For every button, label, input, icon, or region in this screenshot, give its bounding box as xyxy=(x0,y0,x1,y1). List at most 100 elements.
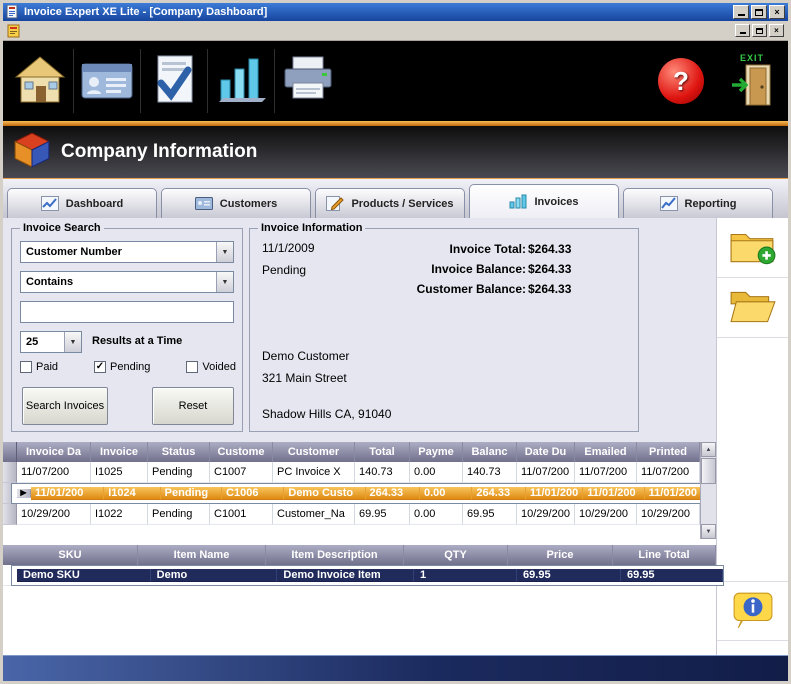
home-icon xyxy=(12,54,68,109)
bar-chart-3d-icon xyxy=(509,194,527,209)
cell-printed: 10/29/200 xyxy=(637,504,700,525)
column-header[interactable]: Price xyxy=(508,545,613,565)
tab-customers[interactable]: Customers xyxy=(161,188,311,218)
total-value: $264.33 xyxy=(526,282,586,296)
maximize-icon xyxy=(755,9,763,16)
column-header[interactable]: Line Total xyxy=(613,545,716,565)
cell-emailed: 11/01/200 xyxy=(583,487,644,500)
invoice-row[interactable]: 10/29/200 I1022 Pending C1001 Customer_N… xyxy=(3,504,700,525)
column-header[interactable]: Date Du xyxy=(517,442,575,462)
close-button[interactable]: × xyxy=(769,5,785,19)
column-header[interactable]: Balanc xyxy=(463,442,517,462)
home-button[interactable] xyxy=(9,45,71,117)
tab-products-services[interactable]: Products / Services xyxy=(315,188,465,218)
customers-button[interactable] xyxy=(76,45,138,117)
chart-line-icon xyxy=(41,196,59,211)
tab-label: Products / Services xyxy=(351,198,453,210)
status-checkbox[interactable]: Pending xyxy=(94,361,150,373)
mdi-bar: × xyxy=(3,21,788,41)
group-title: Invoice Information xyxy=(258,222,365,234)
cell-invoice-date: 11/01/200 xyxy=(31,487,104,500)
column-header[interactable]: SKU xyxy=(3,545,138,565)
exit-button[interactable]: EXIT xyxy=(730,53,774,110)
products-button[interactable] xyxy=(210,45,272,117)
cell-printed: 11/07/200 xyxy=(637,462,700,483)
column-header[interactable]: QTY xyxy=(404,545,508,565)
column-header[interactable]: Emailed xyxy=(575,442,637,462)
checkbox-box[interactable] xyxy=(186,361,198,373)
cell-payment: 0.00 xyxy=(410,462,463,483)
column-header[interactable]: Invoice Da xyxy=(17,442,91,462)
child-close-button[interactable]: × xyxy=(769,24,784,37)
results-label: Results at a Time xyxy=(92,335,182,347)
column-header[interactable]: Payme xyxy=(410,442,463,462)
cell-item-description: Demo Invoice Item xyxy=(277,569,414,582)
column-header[interactable]: Invoice xyxy=(91,442,148,462)
status-filter-checkboxes: Paid Pending Voided xyxy=(20,361,236,373)
selected-row-arrow-icon xyxy=(20,489,26,497)
child-minimize-button[interactable] xyxy=(735,24,750,37)
row-indicator-header xyxy=(3,442,17,462)
invoice-row[interactable]: 11/01/200 I1024 Pending C1006 Demo Custo… xyxy=(11,483,708,504)
results-count-dropdown[interactable]: 25 ▼ xyxy=(20,331,82,353)
scrollbar-thumb[interactable] xyxy=(701,458,716,484)
checkbox-box[interactable] xyxy=(20,361,32,373)
invoice-information-group: Invoice Information 11/1/2009 Pending In… xyxy=(249,228,639,432)
contact-card-icon xyxy=(195,196,213,211)
tab-label: Dashboard xyxy=(66,198,123,210)
cell-date-due: 11/01/200 xyxy=(526,487,583,500)
toolbar-separator xyxy=(140,49,141,113)
section-header: Company Information xyxy=(3,126,788,178)
app-icon xyxy=(6,5,20,19)
cell-balance: 140.73 xyxy=(463,462,517,483)
scroll-up-button[interactable]: ▲ xyxy=(701,442,716,457)
tasks-button[interactable] xyxy=(143,45,205,117)
exit-door-icon xyxy=(730,63,774,110)
cell-total: 69.95 xyxy=(355,504,410,525)
open-invoice-button[interactable] xyxy=(717,278,788,338)
line-item-row[interactable]: Demo SKU Demo Demo Invoice Item 1 69.95 … xyxy=(11,565,724,586)
vertical-scrollbar[interactable]: ▲ ▼ xyxy=(700,442,716,539)
maximize-button[interactable] xyxy=(751,5,767,19)
app-window: Invoice Expert XE Lite - [Company Dashbo… xyxy=(0,0,791,684)
search-invoices-button[interactable]: Search Invoices xyxy=(22,387,108,425)
column-header[interactable]: Item Name xyxy=(138,545,266,565)
tab-reporting[interactable]: Reporting xyxy=(623,188,773,218)
dropdown-value: Customer Number xyxy=(26,246,122,258)
contact-card-icon xyxy=(79,54,135,109)
checkbox-label: Paid xyxy=(36,361,58,373)
checkbox-box[interactable] xyxy=(94,361,106,373)
minimize-button[interactable] xyxy=(733,5,749,19)
invoices-table-header: Invoice Da Invoice Status Custome Custom… xyxy=(3,442,700,462)
search-operator-dropdown[interactable]: Contains ▼ xyxy=(20,271,234,293)
scroll-down-button[interactable]: ▼ xyxy=(701,524,716,539)
help-button[interactable]: ? xyxy=(658,58,704,104)
status-checkbox[interactable]: Voided xyxy=(186,361,236,373)
new-invoice-button[interactable] xyxy=(717,218,788,278)
invoice-details-button[interactable] xyxy=(717,581,788,641)
search-value-input[interactable] xyxy=(20,301,234,323)
cell-qty: 1 xyxy=(414,569,517,582)
dropdown-arrow-icon: ▼ xyxy=(216,242,233,262)
column-header[interactable]: Total xyxy=(355,442,410,462)
cell-invoice-date: 11/07/200 xyxy=(17,462,91,483)
column-header[interactable]: Status xyxy=(148,442,210,462)
child-restore-button[interactable] xyxy=(752,24,767,37)
invoice-search-group: Invoice Search Customer Number ▼ Contain… xyxy=(11,228,243,432)
column-header[interactable]: Item Description xyxy=(266,545,404,565)
search-field-dropdown[interactable]: Customer Number ▼ xyxy=(20,241,234,263)
total-label: Customer Balance: xyxy=(374,282,526,296)
dropdown-value: Contains xyxy=(26,276,73,288)
reset-button[interactable]: Reset xyxy=(152,387,234,425)
column-header[interactable]: Custome xyxy=(210,442,273,462)
print-button[interactable] xyxy=(277,45,339,117)
cell-customer-number: C1001 xyxy=(210,504,273,525)
tab-dashboard[interactable]: Dashboard xyxy=(7,188,157,218)
window-title: Invoice Expert XE Lite - [Company Dashbo… xyxy=(24,6,729,18)
status-checkbox[interactable]: Paid xyxy=(20,361,58,373)
column-header[interactable]: Printed xyxy=(637,442,700,462)
column-header[interactable]: Customer xyxy=(273,442,355,462)
minimize-icon xyxy=(738,9,745,16)
invoice-row[interactable]: 11/07/200 I1025 Pending C1007 PC Invoice… xyxy=(3,462,700,483)
tab-invoices[interactable]: Invoices xyxy=(469,184,619,218)
